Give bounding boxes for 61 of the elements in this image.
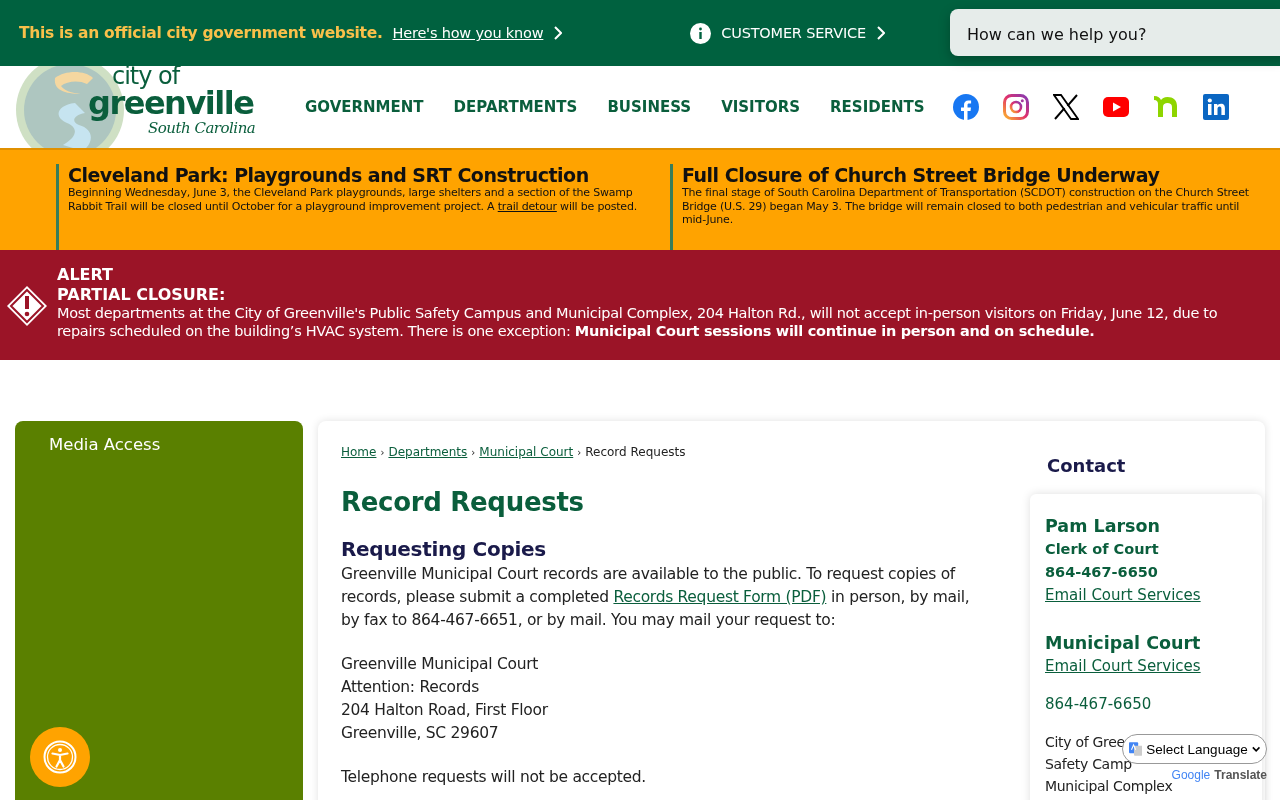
email-link[interactable]: Email Court Services bbox=[1045, 584, 1201, 607]
search-field[interactable]: How can we help you? bbox=[950, 9, 1280, 56]
how-you-know-link[interactable]: Here's how you know bbox=[392, 25, 544, 41]
section-heading: Requesting Copies bbox=[341, 537, 547, 561]
office-name: Municipal Court bbox=[1045, 632, 1202, 655]
nav-item[interactable]: VISITORS bbox=[721, 94, 801, 120]
alert-message: Most departments at the City of Greenville's Public Safety Campus and Municipal Complex, 204 Halton Rd., will not accept in-person visitors on Friday, June 12, due to repairs scheduled on the building’s HVAC system. There is one exception: Municipal Court sessions will continue in person and on schedule. bbox=[57, 304, 1219, 340]
translate-icon bbox=[1129, 741, 1143, 757]
linkedin-icon[interactable] bbox=[1202, 94, 1229, 120]
nav-item[interactable]: DEPARTMENTS bbox=[453, 94, 578, 120]
breadcrumb-separator: › bbox=[471, 446, 476, 458]
google-brand-text: Google bbox=[1171, 768, 1211, 782]
logo-tagline: South Carolina bbox=[148, 119, 256, 137]
contact-phone: 864-467-6650 bbox=[1045, 563, 1159, 582]
warning-icon bbox=[5, 284, 49, 328]
alert-label: ALERT bbox=[57, 264, 115, 286]
contact-name: Pam Larson bbox=[1045, 515, 1161, 538]
customer-service-button[interactable]: CUSTOMER SERVICE bbox=[690, 22, 885, 44]
nav-item[interactable]: GOVERNMENT bbox=[305, 94, 424, 120]
address-line: Attention: Records bbox=[341, 677, 480, 698]
office-address-line: City of Gree bbox=[1045, 733, 1125, 752]
breadcrumb-separator: › bbox=[577, 446, 582, 458]
news-title[interactable]: Full Closure of Church Street Bridge Underway bbox=[682, 164, 1252, 186]
official-site-notice: This is an official city government website. bbox=[19, 24, 383, 42]
body-paragraph: Greenville Municipal Court records are available to the public. To request copies of records, please submit a completed Records Request Form (PDF) in person, by mail, by fax to 864-467-6651, or by mail. You may mail your request to: bbox=[341, 564, 971, 631]
breadcrumb-separator: › bbox=[380, 446, 385, 458]
trail-detour-link[interactable]: trail detour bbox=[497, 199, 557, 213]
breadcrumb-link[interactable]: Home bbox=[341, 445, 377, 459]
logo-text: city of bbox=[112, 66, 180, 88]
news-summary: Beginning Wednesday, June 3, the Cleveland Park playgrounds, large shelters and a section of the Swamp Rabbit Trail will be closed until October for a playground improvement project. A trail detour will be posted. bbox=[68, 186, 638, 213]
youtube-icon[interactable] bbox=[1102, 97, 1129, 117]
instagram-icon[interactable] bbox=[1002, 94, 1029, 120]
x-icon[interactable] bbox=[1052, 94, 1079, 120]
address-line: Greenville Municipal Court bbox=[341, 654, 539, 675]
news-title[interactable]: Cleveland Park: Playgrounds and SRT Construction bbox=[68, 164, 658, 186]
translate-label: Translate bbox=[1214, 768, 1267, 782]
facebook-icon[interactable] bbox=[952, 94, 979, 120]
alert-heading: PARTIAL CLOSURE: bbox=[57, 286, 227, 304]
note-text: Telephone requests will not be accepted. bbox=[341, 767, 647, 788]
accessibility-button[interactable] bbox=[30, 727, 90, 787]
chevron-right-icon bbox=[875, 26, 885, 40]
nav-item[interactable]: BUSINESS bbox=[607, 94, 692, 120]
sidebar-item[interactable]: Media Access bbox=[49, 435, 161, 454]
records-form-link[interactable]: Records Request Form (PDF) bbox=[613, 588, 827, 606]
contact-title: Clerk of Court bbox=[1045, 540, 1160, 559]
address-line: Greenville, SC 29607 bbox=[341, 723, 500, 744]
office-phone: 864-467-6650 bbox=[1045, 694, 1153, 715]
contact-heading: Contact bbox=[1047, 455, 1127, 476]
address-line: 204 Halton Road, First Floor bbox=[341, 700, 549, 721]
accessibility-icon bbox=[43, 740, 77, 774]
chevron-right-icon bbox=[553, 26, 563, 40]
breadcrumb-current: Record Requests bbox=[585, 445, 686, 459]
news-summary: The final stage of South Carolina Department of Transportation (SCDOT) construction on the Church Street Bridge (U.S. 29) began May 3. The bridge will remain closed to both pedestrian and vehicular traffic until mid-June. bbox=[682, 186, 1250, 227]
page-title: Record Requests bbox=[341, 487, 585, 517]
breadcrumb-link[interactable]: Municipal Court bbox=[479, 445, 574, 459]
breadcrumb-link[interactable]: Departments bbox=[388, 445, 468, 459]
nav-item[interactable]: RESIDENTS bbox=[830, 94, 925, 120]
office-address-line: Municipal Complex bbox=[1045, 778, 1173, 796]
email-link[interactable]: Email Court Services bbox=[1045, 655, 1201, 678]
chevron-down-icon bbox=[1251, 745, 1260, 753]
info-icon bbox=[690, 22, 712, 44]
